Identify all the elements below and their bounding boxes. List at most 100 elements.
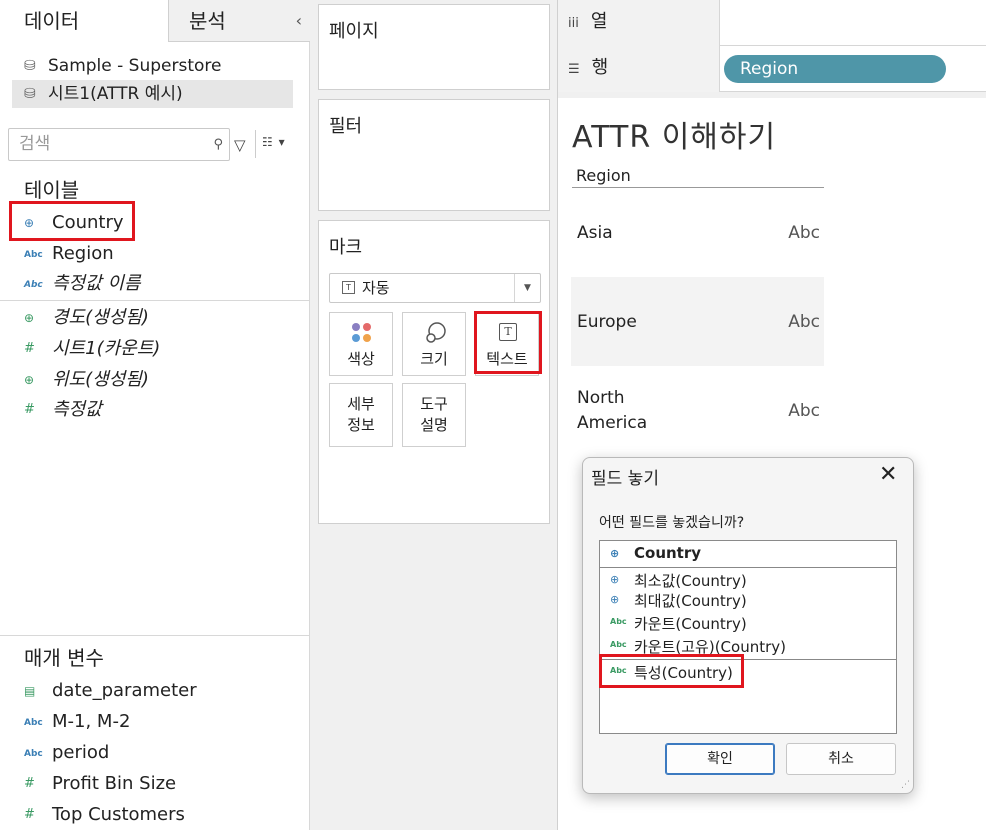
rows-label: 행 bbox=[591, 57, 609, 78]
size-label: 크기 bbox=[420, 350, 448, 368]
option-label: 카운트(Country) bbox=[634, 615, 747, 633]
field-latitude[interactable]: ⊕ 위도(생성됨) bbox=[24, 366, 149, 394]
datasource-superstore[interactable]: ⛁ Sample - Superstore bbox=[12, 52, 293, 80]
color-dots-icon bbox=[352, 323, 371, 342]
rows-shelf-label: ☰ 행 bbox=[558, 46, 720, 92]
toolbar-divider bbox=[255, 130, 256, 158]
hash-icon: # bbox=[24, 402, 35, 417]
param-m1-m2[interactable]: Abc M-1, M-2 bbox=[24, 708, 130, 736]
dialog-title: 필드 놓기 bbox=[591, 469, 659, 489]
marks-detail-button[interactable]: 세부 정보 bbox=[329, 383, 393, 447]
detail-label-1: 세부 bbox=[347, 395, 375, 413]
text-mark-icon: T bbox=[342, 281, 355, 294]
cancel-button[interactable]: 취소 bbox=[786, 743, 896, 775]
columns-label: 열 bbox=[590, 11, 608, 32]
calendar-icon: ▤ bbox=[24, 684, 36, 698]
field-options-list: ⊕ Country ⊕ 최소값(Country) ⊕ 최대값(Country) Abc… bbox=[599, 540, 897, 734]
option-max-country[interactable]: ⊕ 최대값(Country) bbox=[610, 590, 747, 611]
abc-icon: Abc bbox=[610, 640, 627, 649]
cards-pane: 페이지 필터 마크 T 자동 ▼ 색상 크기 T 텍스트 세부 정보 도구 설명 bbox=[310, 0, 558, 830]
field-label: Region bbox=[52, 243, 114, 264]
data-pane: 데이터 분석 ‹ ⛁ Sample - Superstore ⛁ 시트1(ATT… bbox=[0, 0, 310, 830]
search-input[interactable]: 검색 ⚲ bbox=[8, 128, 230, 161]
pages-card[interactable]: 페이지 bbox=[318, 4, 550, 90]
columns-shelf-label: iii 열 bbox=[558, 0, 720, 46]
datasource-sheet1[interactable]: ⛁ 시트1(ATTR 예시) bbox=[12, 80, 293, 108]
table-row[interactable]: North America Abc bbox=[571, 366, 824, 455]
search-icon: ⚲ bbox=[213, 137, 223, 152]
highlight-country-field bbox=[9, 201, 135, 241]
field-label: 위도(생성됨) bbox=[52, 369, 149, 390]
option-count-country[interactable]: Abc 카운트(Country) bbox=[610, 613, 747, 634]
rows-shelf[interactable]: ☰ 행 Region bbox=[558, 46, 986, 92]
tooltip-label-1: 도구 bbox=[420, 395, 448, 413]
mark-type-select[interactable]: T 자동 ▼ bbox=[329, 273, 541, 303]
option-label: Country bbox=[634, 544, 702, 562]
drop-field-dialog: 필드 놓기 ✕ 어떤 필드를 놓겠습니까? ⊕ Country ⊕ 최소값(Coun… bbox=[582, 457, 914, 794]
param-date-parameter[interactable]: ▤ date_parameter bbox=[24, 677, 197, 705]
marks-size-button[interactable]: 크기 bbox=[402, 312, 466, 376]
region-pill[interactable]: Region bbox=[724, 55, 946, 83]
row-value: Abc bbox=[788, 223, 820, 243]
field-longitude[interactable]: ⊕ 경도(생성됨) bbox=[24, 304, 149, 332]
collapse-pane-icon[interactable]: ‹ bbox=[296, 0, 302, 42]
filter-icon[interactable]: ▽ bbox=[234, 136, 246, 154]
param-profit-bin-size[interactable]: # Profit Bin Size bbox=[24, 770, 176, 798]
field-measure-values[interactable]: # 측정값 bbox=[24, 396, 102, 424]
list-divider bbox=[600, 567, 896, 568]
globe-icon: ⊕ bbox=[24, 311, 35, 325]
filters-title: 필터 bbox=[329, 116, 363, 137]
globe-icon: ⊕ bbox=[610, 573, 620, 586]
field-region[interactable]: Abc Region bbox=[24, 240, 114, 268]
highlight-attr-option bbox=[599, 654, 744, 688]
resize-grip-icon[interactable]: ⋰ bbox=[901, 780, 910, 790]
option-min-country[interactable]: ⊕ 최소값(Country) bbox=[610, 570, 747, 591]
parameters-divider bbox=[0, 635, 310, 636]
dimension-measure-divider bbox=[0, 300, 310, 301]
param-period[interactable]: Abc period bbox=[24, 739, 109, 767]
row-label: Asia bbox=[577, 223, 613, 243]
region-header: Region bbox=[576, 166, 631, 185]
field-label: 시트1(카운트) bbox=[52, 338, 161, 359]
view-options-icon[interactable]: ☷ ▾ bbox=[262, 135, 286, 149]
hash-icon: # bbox=[24, 341, 35, 356]
hash-icon: # bbox=[24, 776, 35, 791]
rows-icon: ☰ bbox=[568, 62, 580, 77]
marks-tooltip-button[interactable]: 도구설명 bbox=[402, 383, 466, 447]
tab-data[interactable]: 데이터 bbox=[0, 0, 168, 42]
field-label: 경도(생성됨) bbox=[52, 307, 149, 328]
field-sheet-count[interactable]: # 시트1(카운트) bbox=[24, 335, 160, 363]
table-row[interactable]: Asia Abc bbox=[571, 188, 824, 277]
param-label: period bbox=[52, 742, 110, 763]
datasource-label: Sample - Superstore bbox=[48, 56, 222, 76]
ok-button[interactable]: 확인 bbox=[665, 743, 775, 775]
shelf-divider bbox=[558, 92, 986, 98]
param-top-customers[interactable]: # Top Customers bbox=[24, 801, 185, 829]
option-label: 최대값(Country) bbox=[634, 592, 747, 610]
marks-title: 마크 bbox=[329, 237, 363, 258]
tab-analysis-label: 분석 bbox=[189, 9, 226, 33]
filters-card[interactable]: 필터 bbox=[318, 99, 550, 211]
parameters-title: 매개 변수 bbox=[24, 646, 104, 670]
field-label: 측정값 bbox=[52, 399, 102, 420]
marks-color-button[interactable]: 색상 bbox=[329, 312, 393, 376]
columns-icon: iii bbox=[568, 16, 579, 31]
field-measure-names[interactable]: Abc 측정값 이름 bbox=[24, 270, 141, 298]
param-label: Top Customers bbox=[52, 804, 185, 825]
highlight-text-button bbox=[474, 311, 542, 374]
tooltip-label-2: 설명 bbox=[420, 416, 448, 434]
tables-title: 테이블 bbox=[24, 178, 80, 202]
row-value: Abc bbox=[788, 312, 820, 332]
abc-icon: Abc bbox=[24, 718, 43, 728]
chevron-down-icon[interactable]: ▼ bbox=[514, 274, 540, 302]
row-label: Europe bbox=[577, 312, 637, 332]
size-icon bbox=[426, 322, 446, 343]
mark-type-value: 자동 bbox=[362, 279, 390, 297]
tab-analysis[interactable]: 분석 ‹ bbox=[168, 0, 310, 42]
close-icon[interactable]: ✕ bbox=[879, 460, 897, 490]
globe-icon: ⊕ bbox=[610, 547, 620, 560]
columns-shelf[interactable]: iii 열 bbox=[558, 0, 986, 46]
table-row[interactable]: Europe Abc bbox=[571, 277, 824, 366]
option-country[interactable]: ⊕ Country bbox=[610, 544, 701, 562]
database-icon: ⛁ bbox=[24, 58, 36, 74]
